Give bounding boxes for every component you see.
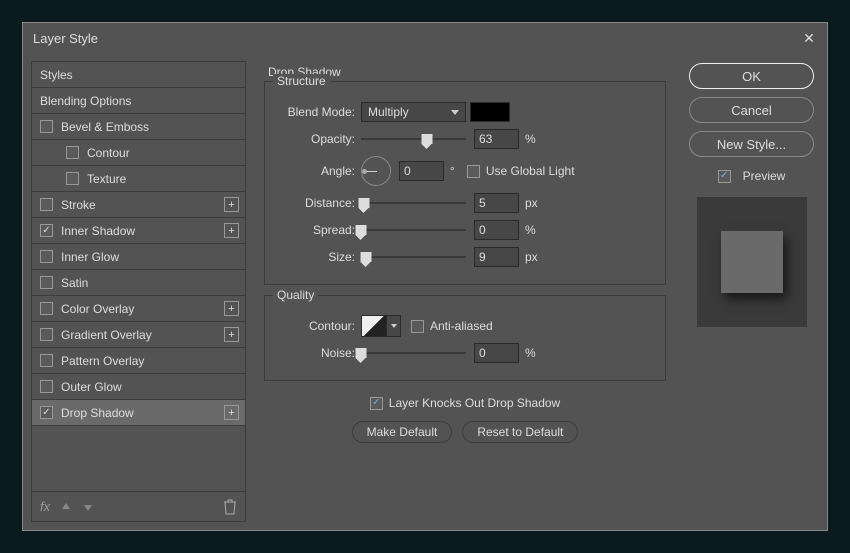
sidebar-item-label: Texture (87, 172, 126, 186)
opacity-label: Opacity: (275, 132, 355, 146)
noise-slider[interactable] (361, 345, 466, 361)
effect-checkbox[interactable] (40, 120, 53, 133)
global-light-checkbox[interactable] (467, 165, 480, 178)
distance-input[interactable] (474, 193, 519, 213)
sidebar-item-color-overlay[interactable]: Color Overlay + (32, 296, 245, 322)
sidebar-item-label: Pattern Overlay (61, 354, 144, 368)
styles-sidebar: Styles Blending Options Bevel & Emboss Co… (31, 61, 246, 522)
move-up-icon[interactable] (60, 501, 72, 513)
effect-checkbox[interactable] (40, 250, 53, 263)
sidebar-item-label: Stroke (61, 198, 96, 212)
sidebar-item-contour[interactable]: Contour (32, 140, 245, 166)
sidebar-item-label: Contour (87, 146, 130, 160)
effect-checkbox[interactable] (40, 406, 53, 419)
distance-label: Distance: (275, 196, 355, 210)
add-effect-icon[interactable]: + (224, 197, 239, 212)
sidebar-item-pattern-overlay[interactable]: Pattern Overlay (32, 348, 245, 374)
sidebar-item-label: Bevel & Emboss (61, 120, 149, 134)
effect-checkbox[interactable] (40, 328, 53, 341)
sidebar-item-drop-shadow[interactable]: Drop Shadow + (32, 400, 245, 426)
sidebar-item-label: Satin (61, 276, 88, 290)
add-effect-icon[interactable]: + (224, 301, 239, 316)
structure-group: Structure Blend Mode: Multiply Opacity: … (264, 81, 666, 285)
sidebar-footer: fx (32, 491, 245, 521)
sidebar-item-label: Inner Shadow (61, 224, 135, 238)
preview-thumbnail (697, 197, 807, 327)
size-input[interactable] (474, 247, 519, 267)
spread-slider[interactable] (361, 222, 466, 238)
reset-default-button[interactable]: Reset to Default (462, 421, 578, 443)
add-effect-icon[interactable]: + (224, 327, 239, 342)
ok-button[interactable]: OK (689, 63, 814, 89)
layer-style-dialog: Layer Style ✕ Styles Blending Options Be… (22, 22, 828, 531)
opacity-input[interactable] (474, 129, 519, 149)
sidebar-item-label: Outer Glow (61, 380, 122, 394)
preview-checkbox[interactable] (718, 170, 731, 183)
fx-menu-icon[interactable]: fx (40, 499, 50, 514)
cancel-button[interactable]: Cancel (689, 97, 814, 123)
knockout-label: Layer Knocks Out Drop Shadow (389, 396, 560, 410)
spread-input[interactable] (474, 220, 519, 240)
quality-legend: Quality (273, 288, 318, 302)
effect-checkbox[interactable] (40, 354, 53, 367)
anti-aliased-label: Anti-aliased (430, 319, 493, 333)
dialog-title: Layer Style (33, 31, 98, 46)
structure-legend: Structure (273, 74, 330, 88)
blend-mode-dropdown[interactable]: Multiply (361, 102, 466, 122)
angle-label: Angle: (275, 164, 355, 178)
sidebar-item-label: Inner Glow (61, 250, 119, 264)
sidebar-item-gradient-overlay[interactable]: Gradient Overlay + (32, 322, 245, 348)
sidebar-item-bevel-emboss[interactable]: Bevel & Emboss (32, 114, 245, 140)
add-effect-icon[interactable]: + (224, 223, 239, 238)
effect-checkbox[interactable] (40, 380, 53, 393)
contour-label: Contour: (275, 319, 355, 333)
size-label: Size: (275, 250, 355, 264)
spread-label: Spread: (275, 223, 355, 237)
sidebar-item-label: Gradient Overlay (61, 328, 152, 342)
anti-aliased-checkbox[interactable] (411, 320, 424, 333)
effect-checkbox[interactable] (66, 146, 79, 159)
sidebar-item-stroke[interactable]: Stroke + (32, 192, 245, 218)
knockout-checkbox[interactable] (370, 397, 383, 410)
sidebar-item-texture[interactable]: Texture (32, 166, 245, 192)
shadow-color-swatch[interactable] (470, 102, 510, 122)
sidebar-item-outer-glow[interactable]: Outer Glow (32, 374, 245, 400)
make-default-button[interactable]: Make Default (352, 421, 453, 443)
settings-panel: Drop Shadow Structure Blend Mode: Multip… (256, 61, 674, 522)
contour-swatch[interactable] (361, 315, 387, 337)
preview-label: Preview (743, 169, 786, 183)
noise-label: Noise: (275, 346, 355, 360)
effect-checkbox[interactable] (40, 224, 53, 237)
effect-checkbox[interactable] (66, 172, 79, 185)
global-light-label: Use Global Light (486, 164, 575, 178)
action-column: OK Cancel New Style... Preview (684, 61, 819, 522)
sidebar-item-inner-glow[interactable]: Inner Glow (32, 244, 245, 270)
angle-dial[interactable] (361, 156, 391, 186)
sidebar-header-styles[interactable]: Styles (32, 62, 245, 88)
angle-input[interactable] (399, 161, 444, 181)
sidebar-item-label: Drop Shadow (61, 406, 134, 420)
sidebar-item-satin[interactable]: Satin (32, 270, 245, 296)
quality-group: Quality Contour: Anti-aliased Noise: % (264, 295, 666, 381)
sidebar-item-label: Color Overlay (61, 302, 134, 316)
close-icon[interactable]: ✕ (801, 30, 817, 46)
sidebar-blending-options[interactable]: Blending Options (32, 88, 245, 114)
titlebar: Layer Style ✕ (23, 23, 827, 53)
move-down-icon[interactable] (82, 501, 94, 513)
effect-checkbox[interactable] (40, 198, 53, 211)
blend-mode-label: Blend Mode: (275, 105, 355, 119)
effect-checkbox[interactable] (40, 302, 53, 315)
effect-checkbox[interactable] (40, 276, 53, 289)
new-style-button[interactable]: New Style... (689, 131, 814, 157)
sidebar-item-inner-shadow[interactable]: Inner Shadow + (32, 218, 245, 244)
contour-dropdown-icon[interactable] (387, 315, 401, 337)
distance-slider[interactable] (361, 195, 466, 211)
add-effect-icon[interactable]: + (224, 405, 239, 420)
noise-input[interactable] (474, 343, 519, 363)
trash-icon[interactable] (223, 499, 237, 515)
opacity-slider[interactable] (361, 131, 466, 147)
size-slider[interactable] (361, 249, 466, 265)
